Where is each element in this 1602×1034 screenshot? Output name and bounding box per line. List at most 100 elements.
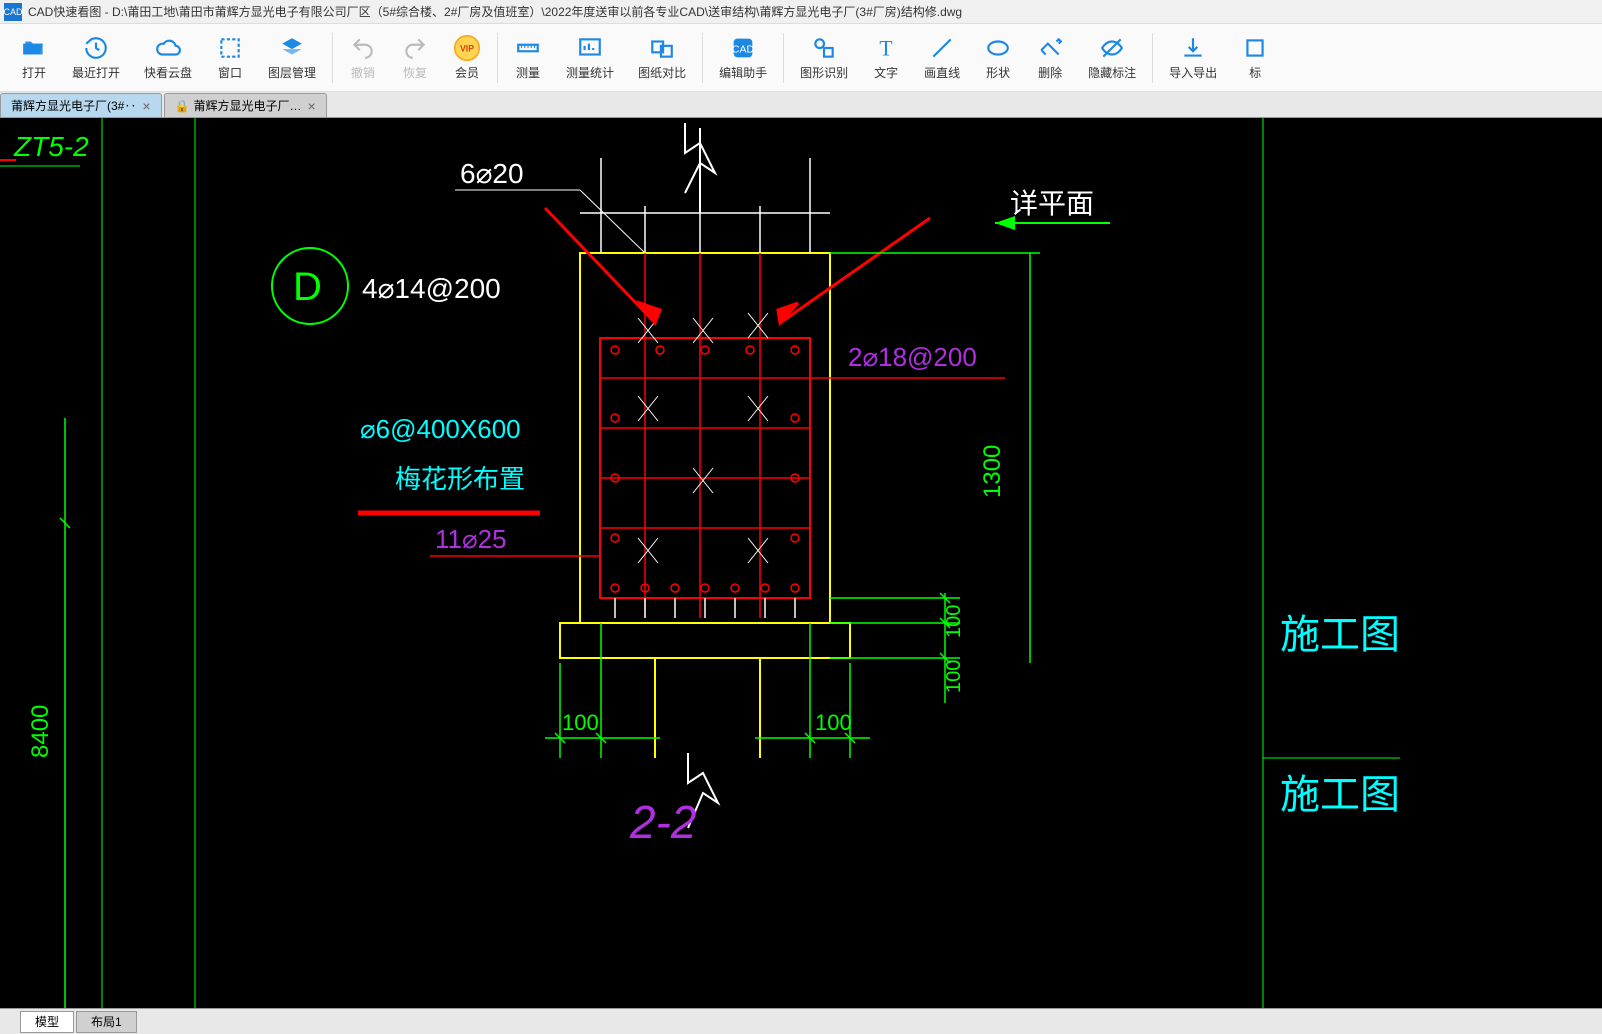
toolbar-undo: 撤销 <box>337 30 389 85</box>
history-icon <box>82 34 110 62</box>
redo-icon <box>401 34 429 62</box>
watermark-text: 施工图 <box>1280 773 1400 817</box>
document-tabs: 莆辉方显光电子厂(3#‥ × 🔒 莆辉方显光电子厂… × <box>0 92 1602 118</box>
grid-label: ZT5-2 <box>13 131 89 162</box>
layout-tab-label: 布局1 <box>91 1013 122 1030</box>
cloud-icon <box>154 34 182 62</box>
toolbar-vip[interactable]: VIP 会员 <box>441 30 493 85</box>
close-icon[interactable]: × <box>142 98 150 114</box>
toolbar-label: 画直线 <box>924 64 960 81</box>
svg-text:CAD: CAD <box>732 44 755 56</box>
layout-tab-layout[interactable]: 布局1 <box>76 1011 137 1033</box>
toolbar-cloud[interactable]: 快看云盘 <box>132 30 204 85</box>
toolbar-label: 隐藏标注 <box>1088 64 1136 81</box>
toolbar-label: 撤销 <box>351 64 375 81</box>
watermark-text: 施工图 <box>1280 613 1400 657</box>
dimension-100: 100 <box>815 710 852 735</box>
section-label: 2-2 <box>629 796 696 848</box>
dimension-1300: 1300 <box>979 445 1006 498</box>
toolbar-separator <box>497 33 498 83</box>
grid-bubble-d: D <box>293 265 322 309</box>
document-tab[interactable]: 莆辉方显光电子厂(3#‥ × <box>0 93 162 117</box>
title-bar: CAD CAD快速看图 - D:\莆田工地\莆田市莆辉方显光电子有限公司厂区（5… <box>0 0 1602 24</box>
plum-blossom-label: 梅花形布置 <box>395 464 525 494</box>
toolbar-label: 打开 <box>22 64 46 81</box>
close-icon[interactable]: × <box>308 98 316 114</box>
svg-text:T: T <box>879 37 892 61</box>
toolbar-separator <box>702 33 703 83</box>
stats-icon <box>576 34 604 62</box>
toolbar-label: 图纸对比 <box>638 64 686 81</box>
dimension-100: 100 <box>562 710 599 735</box>
delete-icon <box>1036 34 1064 62</box>
toolbar-delete[interactable]: 删除 <box>1024 30 1076 85</box>
layout-tabs: 模型 布局1 <box>0 1008 1602 1034</box>
hide-icon <box>1098 34 1126 62</box>
toolbar-history[interactable]: 最近打开 <box>60 30 132 85</box>
dimension-8400: 8400 <box>27 705 54 758</box>
toolbar-window[interactable]: 窗口 <box>204 30 256 85</box>
rebar-annotation: 2⌀18@200 <box>848 342 977 372</box>
toolbar-layers[interactable]: 图层管理 <box>256 30 328 85</box>
toolbar-mark[interactable]: 标 <box>1229 30 1281 85</box>
rebar-annotation: ⌀6@400X600 <box>360 414 521 444</box>
toolbar-import-export[interactable]: 导入导出 <box>1157 30 1229 85</box>
toolbar-label: 文字 <box>874 64 898 81</box>
document-tab[interactable]: 🔒 莆辉方显光电子厂… × <box>164 93 327 117</box>
vip-icon: VIP <box>453 34 481 62</box>
detail-plan-label: 详平面 <box>1010 188 1094 219</box>
rebar-annotation: 11⌀25 <box>435 524 507 554</box>
window-icon <box>216 34 244 62</box>
toolbar-label: 形状 <box>986 64 1010 81</box>
edit-assist-icon: CAD <box>729 34 757 62</box>
lock-icon: 🔒 <box>175 99 190 113</box>
toolbar-label: 快看云盘 <box>144 64 192 81</box>
toolbar-edit-assist[interactable]: CAD 编辑助手 <box>707 30 779 85</box>
toolbar-separator <box>1152 33 1153 83</box>
layout-tab-model[interactable]: 模型 <box>20 1011 74 1033</box>
toolbar-separator <box>783 33 784 83</box>
toolbar-hide[interactable]: 隐藏标注 <box>1076 30 1148 85</box>
layers-icon <box>278 34 306 62</box>
toolbar-line[interactable]: 画直线 <box>912 30 972 85</box>
toolbar-folder-open[interactable]: 打开 <box>8 30 60 85</box>
toolbar-label: 窗口 <box>218 64 242 81</box>
toolbar-label: 测量 <box>516 64 540 81</box>
dimension-100: 100 <box>943 660 965 693</box>
toolbar-measure[interactable]: 测量 <box>502 30 554 85</box>
toolbar-shape-rec[interactable]: 图形识别 <box>788 30 860 85</box>
tab-label: 莆辉方显光电子厂(3#‥ <box>11 97 136 114</box>
main-toolbar: 打开 最近打开 快看云盘 窗口 图层管理 撤销 恢复 VIP 会员 测量 测量统计 图纸对比 CAD 编辑… <box>0 24 1602 92</box>
toolbar-label: 图层管理 <box>268 64 316 81</box>
shape-icon <box>984 34 1012 62</box>
rebar-annotation: 6⌀20 <box>460 158 524 189</box>
app-logo-icon: CAD <box>4 3 22 21</box>
rebar-annotation: 4⌀14@200 <box>362 273 501 304</box>
shape-rec-icon <box>810 34 838 62</box>
toolbar-shape[interactable]: 形状 <box>972 30 1024 85</box>
svg-text:VIP: VIP <box>460 44 474 54</box>
toolbar-label: 会员 <box>455 64 479 81</box>
dimension-100: 100 <box>943 605 965 638</box>
toolbar-label: 最近打开 <box>72 64 120 81</box>
toolbar-text[interactable]: T 文字 <box>860 30 912 85</box>
cad-canvas[interactable]: ZT5-2 D 6⌀20 4⌀14@200 <box>0 118 1602 1008</box>
toolbar-label: 导入导出 <box>1169 64 1217 81</box>
undo-icon <box>349 34 377 62</box>
tab-label: 莆辉方显光电子厂… <box>194 97 302 114</box>
line-icon <box>928 34 956 62</box>
layout-tab-label: 模型 <box>35 1013 59 1030</box>
import-export-icon <box>1179 34 1207 62</box>
toolbar-redo: 恢复 <box>389 30 441 85</box>
toolbar-stats[interactable]: 测量统计 <box>554 30 626 85</box>
app-title: CAD快速看图 <box>28 3 101 20</box>
toolbar-label: 标 <box>1249 64 1261 81</box>
toolbar-compare[interactable]: 图纸对比 <box>626 30 698 85</box>
mark-icon <box>1241 34 1269 62</box>
toolbar-label: 测量统计 <box>566 64 614 81</box>
toolbar-label: 编辑助手 <box>719 64 767 81</box>
measure-icon <box>514 34 542 62</box>
toolbar-label: 恢复 <box>403 64 427 81</box>
file-path: D:\莆田工地\莆田市莆辉方显光电子有限公司厂区（5#综合楼、2#厂房及值班室）… <box>112 3 962 20</box>
toolbar-label: 删除 <box>1038 64 1062 81</box>
